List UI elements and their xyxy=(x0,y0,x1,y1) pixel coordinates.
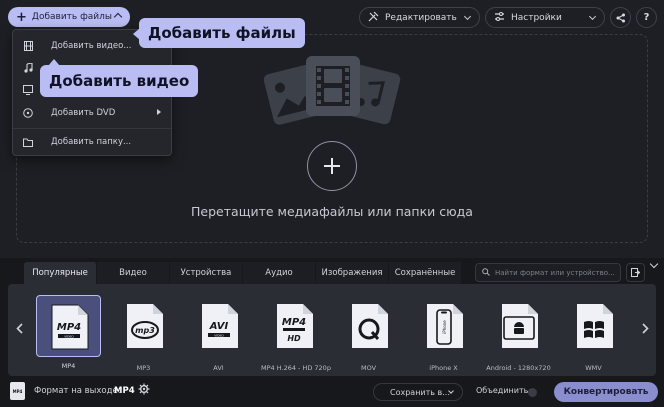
output-format-value: MP4 xyxy=(114,386,135,396)
mp4-file-icon: MP4 VIDEO xyxy=(51,304,88,350)
chevron-down-icon xyxy=(463,12,472,21)
menu-item-label: Добавить видео... xyxy=(51,41,132,51)
music-note-icon xyxy=(22,62,34,74)
add-files-button[interactable]: + Добавить файлы xyxy=(8,7,130,27)
search-icon xyxy=(482,267,490,278)
output-format-thumbnail: MP4 xyxy=(10,382,25,400)
format-label: iPhone X xyxy=(429,364,458,372)
format-iphone-x[interactable]: iPhone iPhone X xyxy=(411,295,476,375)
format-label: MP3 xyxy=(136,364,151,372)
iphone-icon: iPhone xyxy=(426,304,463,348)
format-badge-sub: VIDEO xyxy=(214,333,224,337)
drop-hint-text: Перетащите медиафайлы или папки сюда xyxy=(191,204,473,219)
carousel-next-button[interactable] xyxy=(640,322,650,334)
export-presets-button[interactable] xyxy=(626,263,645,282)
windows-media-file-icon xyxy=(576,304,613,348)
format-label: MP4 xyxy=(61,362,76,370)
format-label: WMV xyxy=(585,364,602,372)
menu-item-label: Добавить папку... xyxy=(51,137,132,147)
format-label: Android - 1280x720 xyxy=(486,364,551,372)
screen-capture-icon xyxy=(22,84,34,96)
menu-item-add-folder[interactable]: Добавить папку... xyxy=(13,131,171,153)
output-footer: MP4 Формат на выходе: MP4 Сохранить в...… xyxy=(0,379,664,407)
help-button[interactable]: ? xyxy=(636,7,657,28)
menu-item-label: Добавить DVD xyxy=(51,108,116,118)
tooltip-add-files: Добавить файлы xyxy=(133,18,305,48)
format-badge-sub: HD xyxy=(287,334,301,343)
save-to-dropdown[interactable]: Сохранить в... xyxy=(373,383,463,401)
format-avi[interactable]: AVI VIDEO AVI xyxy=(186,295,251,375)
tools-icon xyxy=(368,11,379,25)
tab-saved[interactable]: Сохранённые xyxy=(389,262,462,284)
quicktime-file-icon xyxy=(351,304,388,348)
formats-carousel: MP4 VIDEO MP4 mp3 MP3 AVI VIDEO AVI MP4 … xyxy=(8,284,656,376)
format-tabs: Популярные Видео Устройства Аудио Изобра… xyxy=(24,262,462,284)
tab-images[interactable]: Изображения xyxy=(316,262,389,284)
format-label: MP4 H.264 - HD 720p xyxy=(261,364,331,372)
tab-popular[interactable]: Популярные xyxy=(24,262,97,284)
format-mp4[interactable]: MP4 VIDEO MP4 xyxy=(36,295,101,370)
chevron-right-icon xyxy=(157,109,161,115)
format-search xyxy=(475,263,621,282)
film-icon xyxy=(22,40,34,52)
menu-separator xyxy=(13,128,171,129)
tab-devices[interactable]: Устройства xyxy=(170,262,243,284)
format-wmv[interactable]: WMV xyxy=(561,295,626,375)
output-format-label: Формат на выходе: xyxy=(34,386,121,396)
chevron-down-icon xyxy=(588,12,597,21)
help-label: ? xyxy=(643,12,650,23)
gear-icon xyxy=(138,383,150,395)
format-badge: MP4 xyxy=(56,322,80,333)
convert-button[interactable]: Конвертировать xyxy=(554,382,658,402)
mp4-hd-file-icon: MP4 HD xyxy=(276,304,313,348)
mp3-file-icon: mp3 xyxy=(126,304,163,348)
edit-label: Редактировать xyxy=(385,12,457,23)
tab-audio[interactable]: Аудио xyxy=(243,262,316,284)
disc-icon xyxy=(22,107,34,119)
plus-icon: + xyxy=(16,9,27,25)
tooltip-add-video: Добавить видео xyxy=(40,59,199,97)
format-label: MOV xyxy=(360,364,377,372)
menu-item-add-dvd[interactable]: Добавить DVD xyxy=(13,102,171,124)
sliders-icon xyxy=(494,11,505,25)
collapse-panel-button[interactable] xyxy=(648,261,660,271)
settings-dropdown[interactable]: Настройки xyxy=(485,7,605,28)
output-settings-button[interactable] xyxy=(138,383,150,398)
settings-label: Настройки xyxy=(511,12,562,23)
add-media-button[interactable] xyxy=(307,141,357,191)
format-badge: AVI xyxy=(208,321,228,332)
format-badge: mp3 xyxy=(135,326,155,335)
format-label: AVI xyxy=(213,364,224,372)
plus-icon xyxy=(324,158,340,174)
format-panel: Популярные Видео Устройства Аудио Изобра… xyxy=(0,258,664,407)
share-button[interactable] xyxy=(610,7,631,28)
chevron-up-icon xyxy=(113,12,123,22)
save-to-label: Сохранить в... xyxy=(390,387,450,397)
media-files-illustration xyxy=(263,56,401,125)
merge-toggle[interactable] xyxy=(528,388,537,397)
format-android[interactable]: Android - 1280x720 xyxy=(486,295,551,375)
edit-dropdown[interactable]: Редактировать xyxy=(359,7,480,28)
folder-icon xyxy=(22,136,34,148)
chevron-right-icon xyxy=(641,322,649,334)
format-search-input[interactable] xyxy=(495,268,615,277)
avi-file-icon: AVI VIDEO xyxy=(201,304,238,348)
format-mp3[interactable]: mp3 MP3 xyxy=(111,295,176,375)
format-mp4-hd[interactable]: MP4 HD MP4 H.264 - HD 720p xyxy=(261,295,331,375)
chevron-left-icon xyxy=(15,322,23,334)
carousel-prev-button[interactable] xyxy=(14,322,24,334)
share-icon xyxy=(616,13,625,22)
tab-video[interactable]: Видео xyxy=(97,262,170,284)
add-files-label: Добавить файлы xyxy=(31,12,112,22)
format-badge-sub: VIDEO xyxy=(64,334,74,338)
format-badge: MP4 xyxy=(281,317,305,328)
format-mov[interactable]: MOV xyxy=(336,295,401,375)
export-icon xyxy=(631,268,640,277)
format-badge: iPhone xyxy=(442,320,447,334)
android-tablet-icon xyxy=(501,304,538,348)
merge-label: Объединить: xyxy=(476,386,532,395)
